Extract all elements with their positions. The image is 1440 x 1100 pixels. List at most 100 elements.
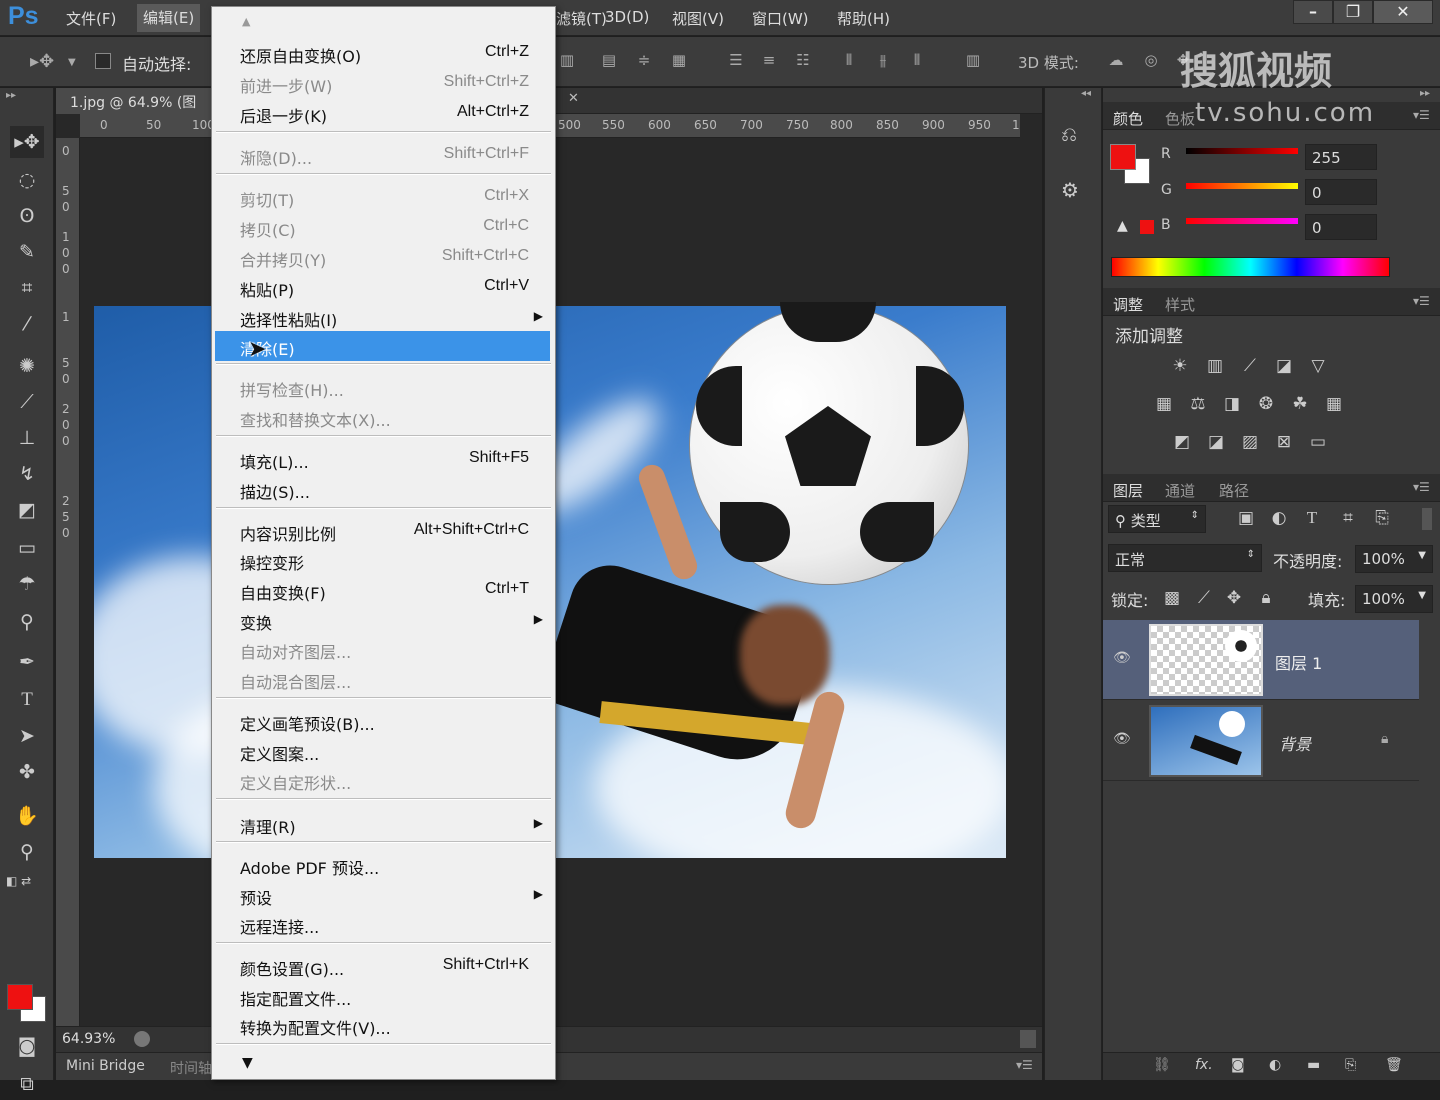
layer-thumbnail[interactable]	[1149, 705, 1263, 777]
menu-item-assign-profile[interactable]: 指定配置文件...	[212, 981, 555, 1011]
menu-item-spell-check[interactable]: 拼写检查(H)...	[212, 372, 555, 402]
tab-channels[interactable]: 通道	[1165, 480, 1195, 501]
menu-item-auto-align-layers[interactable]: 自动对齐图层...	[212, 634, 555, 664]
menu-item-paste[interactable]: 粘贴(P) Ctrl+V	[212, 272, 555, 302]
align-vcenter-icon[interactable]: ≑	[633, 51, 655, 71]
close-button[interactable]: ✕	[1373, 0, 1433, 24]
filter-toggle[interactable]	[1422, 508, 1432, 530]
add-mask-icon[interactable]: ◙	[1231, 1057, 1245, 1073]
default-colors-icon[interactable]: ◧ ⇄	[6, 874, 31, 888]
document-tab[interactable]: 1.jpg @ 64.9% (图	[56, 88, 216, 114]
tab-color[interactable]: 颜色	[1113, 108, 1143, 129]
lock-pixels-icon[interactable]: ⟋	[1192, 588, 1216, 612]
layer-thumbnail[interactable]	[1149, 624, 1263, 696]
auto-align-icon[interactable]: ▥	[962, 51, 984, 71]
curves-icon[interactable]: ⟋	[1238, 356, 1262, 380]
scroll-up-arrow-icon[interactable]: ▲	[242, 15, 250, 28]
layer-name[interactable]: 图层 1	[1275, 650, 1322, 674]
marquee-tool-icon[interactable]: ◌	[10, 164, 44, 196]
type-tool-icon[interactable]: T	[10, 684, 44, 716]
menu-item-find-replace[interactable]: 查找和替换文本(X)...	[212, 402, 555, 432]
status-info-icon[interactable]	[134, 1031, 150, 1047]
tab-adjustments[interactable]: 调整	[1113, 294, 1143, 315]
eyedropper-tool-icon[interactable]: ⁄	[10, 308, 44, 340]
move-tool-icon[interactable]: ▸✥	[30, 51, 54, 72]
fill-field[interactable]: 100% ▼	[1355, 585, 1433, 613]
expand-icon[interactable]: ▸▸	[1420, 88, 1430, 99]
menu-item-copy-merged[interactable]: 合并拷贝(Y) Shift+Ctrl+C	[212, 242, 555, 272]
menu-item-puppet-warp[interactable]: 操控变形	[212, 545, 555, 575]
properties-panel-icon[interactable]: ⚙	[1061, 178, 1079, 202]
distribute-right-icon[interactable]: ⫴	[906, 51, 928, 71]
layer-row-layer1[interactable]: 👁︎ 图层 1	[1103, 620, 1419, 700]
filter-pixel-icon[interactable]: ▣	[1234, 508, 1258, 532]
menu-window[interactable]: 窗口(W)	[752, 8, 809, 29]
new-adjustment-layer-icon[interactable]: ◐	[1269, 1057, 1281, 1073]
menu-item-paste-special[interactable]: 选择性粘贴(I) ▶	[212, 302, 555, 332]
menu-item-color-settings[interactable]: 颜色设置(G)... Shift+Ctrl+K	[212, 951, 555, 981]
crop-tool-icon[interactable]: ⌗	[10, 272, 44, 304]
tab-paths[interactable]: 路径	[1219, 480, 1249, 501]
black-white-icon[interactable]: ◨	[1220, 394, 1244, 418]
menu-item-fade[interactable]: 渐隐(D)... Shift+Ctrl+F	[212, 140, 555, 170]
gamut-warning-icon[interactable]: ▲	[1117, 218, 1128, 234]
panel-menu-icon[interactable]: ▾☰	[1413, 108, 1430, 122]
align-bottom-icon[interactable]: ▦	[668, 51, 690, 71]
panel-menu-icon[interactable]: ▾☰	[1016, 1058, 1033, 1072]
align-left-icon[interactable]: ▥	[556, 51, 578, 71]
filter-type-icon[interactable]: T	[1300, 508, 1324, 532]
menu-item-pdf-presets[interactable]: Adobe PDF 预设...	[212, 850, 555, 880]
filter-smart-object-icon[interactable]: ⎘	[1370, 508, 1394, 532]
tab-styles[interactable]: 样式	[1165, 294, 1195, 315]
tab-layers[interactable]: 图层	[1113, 480, 1143, 501]
opacity-field[interactable]: 100% ▼	[1355, 545, 1433, 573]
threshold-icon[interactable]: ▨	[1238, 432, 1262, 456]
tab-mini-bridge[interactable]: Mini Bridge	[66, 1058, 145, 1074]
green-slider[interactable]	[1186, 183, 1298, 189]
minimize-button[interactable]: –	[1293, 0, 1333, 24]
selective-color-icon[interactable]: ⊠	[1272, 432, 1296, 456]
tab-timeline[interactable]: 时间轴	[170, 1058, 212, 1078]
distribute-bottom-icon[interactable]: ☷	[792, 51, 814, 71]
distribute-vcenter-icon[interactable]: ≡	[758, 51, 780, 71]
color-balance-icon[interactable]: ⚖	[1186, 394, 1210, 418]
exposure-icon[interactable]: ◪	[1272, 356, 1296, 380]
distribute-top-icon[interactable]: ☰	[725, 51, 747, 71]
hue-saturation-icon[interactable]: ▦	[1152, 394, 1176, 418]
history-brush-tool-icon[interactable]: ↯	[10, 458, 44, 490]
menu-item-step-forward[interactable]: 前进一步(W) Shift+Ctrl+Z	[212, 68, 555, 98]
red-slider[interactable]	[1186, 148, 1298, 154]
red-value-field[interactable]: 255	[1305, 144, 1377, 170]
gradient-tool-icon[interactable]: ▭	[10, 532, 44, 564]
lock-all-icon[interactable]: 🔒︎	[1254, 588, 1278, 612]
visibility-eye-icon[interactable]: 👁︎	[1113, 650, 1131, 666]
menu-item-auto-blend-layers[interactable]: 自动混合图层...	[212, 664, 555, 694]
channel-mixer-icon[interactable]: ☘	[1288, 394, 1312, 418]
layer-style-icon[interactable]: fx.	[1195, 1057, 1213, 1073]
lock-position-icon[interactable]: ✥	[1222, 588, 1246, 612]
invert-icon[interactable]: ◩	[1170, 432, 1194, 456]
scroll-down-arrow-icon[interactable]: ▼	[242, 1055, 253, 1071]
levels-icon[interactable]: ▥	[1203, 356, 1227, 380]
filter-adjustment-icon[interactable]: ◐	[1267, 508, 1291, 532]
history-panel-icon[interactable]: ⎌	[1061, 122, 1077, 146]
clone-stamp-tool-icon[interactable]: ⊥	[10, 422, 44, 454]
shape-tool-icon[interactable]: ✤	[10, 756, 44, 788]
menu-item-remote-connections[interactable]: 远程连接...	[212, 909, 555, 939]
zoom-level[interactable]: 64.93%	[62, 1031, 115, 1047]
link-layers-icon[interactable]: ⛓	[1153, 1057, 1171, 1073]
tab-swatches[interactable]: 色板	[1165, 108, 1195, 129]
distribute-hcenter-icon[interactable]: ⫵	[872, 51, 894, 71]
layer-name[interactable]: 背景	[1279, 731, 1311, 755]
menu-item-step-backward[interactable]: 后退一步(K) Alt+Ctrl+Z	[212, 98, 555, 128]
menu-item-define-pattern[interactable]: 定义图案...	[212, 736, 555, 766]
gamut-swatch[interactable]	[1140, 220, 1154, 234]
distribute-left-icon[interactable]: ⫴	[838, 51, 860, 71]
menu-item-convert-profile[interactable]: 转换为配置文件(V)...	[212, 1010, 555, 1040]
zoom-tool-icon[interactable]: ⚲	[10, 836, 44, 868]
blend-mode-dropdown[interactable]: 正常 ⇕	[1108, 544, 1262, 572]
color-spectrum-bar[interactable]	[1111, 257, 1390, 277]
move-tool-icon[interactable]: ▸✥	[10, 126, 44, 158]
screen-mode-icon[interactable]: ⧉	[10, 1068, 44, 1100]
menu-item-cut[interactable]: 剪切(T) Ctrl+X	[212, 182, 555, 212]
